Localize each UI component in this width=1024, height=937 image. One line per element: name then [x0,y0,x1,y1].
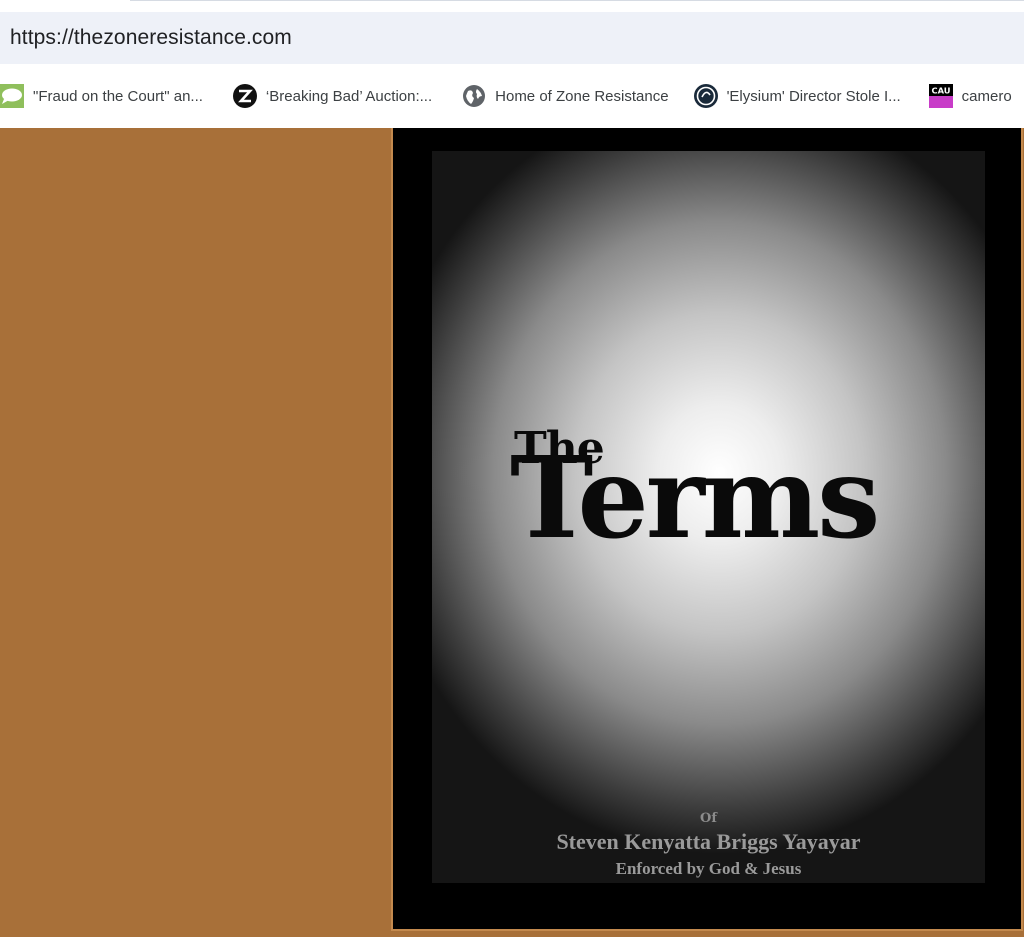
browser-top-strip [0,0,1024,12]
url-text[interactable]: https://thezoneresistance.com [10,26,292,50]
cover-author-name: Steven Kenyatta Briggs Yayayar [556,829,861,854]
book-cover-image[interactable]: The Terms Of Steven Kenyatta Briggs Yaya… [432,151,985,883]
bookmark-label: ‘Breaking Bad’ Auction:... [265,87,433,105]
cau-logo-icon: CAU [928,84,953,108]
cover-title-terms: Terms [510,433,880,564]
bookmark-camero[interactable]: CAU camero [928,76,1022,116]
bookmark-label: Home of Zone Resistance [495,87,669,105]
bookmark-fraud-on-the-court[interactable]: "Fraud on the Court" an... [0,76,213,116]
bookmark-breaking-bad-auction[interactable]: ‘Breaking Bad’ Auction:... [232,76,442,116]
bookmark-home-of-zone-resistance[interactable]: Home of Zone Resistance [462,76,678,116]
tab-edge [130,0,1024,1]
book-cover-frame: The Terms Of Steven Kenyatta Briggs Yaya… [391,128,1023,931]
cover-enforced-line: Enforced by God & Jesus [615,859,802,878]
page-content: The Terms Of Steven Kenyatta Briggs Yaya… [0,128,1024,937]
bookmarks-bar: "Fraud on the Court" an... ‘Breaking Bad… [0,64,1024,128]
circle-logo-icon [693,84,718,108]
bb-logo-icon [232,84,257,108]
bookmark-elysium-director[interactable]: 'Elysium' Director Stole I... [693,76,911,116]
bookmark-label: camero [961,87,1012,105]
globe-icon [462,84,486,108]
address-bar[interactable]: https://thezoneresistance.com [0,12,1024,64]
speech-bubble-icon [0,84,24,108]
cover-of-label: Of [700,811,717,826]
bookmark-label: "Fraud on the Court" an... [33,87,203,105]
svg-text:CAU: CAU [931,86,950,96]
bookmark-label: 'Elysium' Director Stole I... [726,87,901,105]
